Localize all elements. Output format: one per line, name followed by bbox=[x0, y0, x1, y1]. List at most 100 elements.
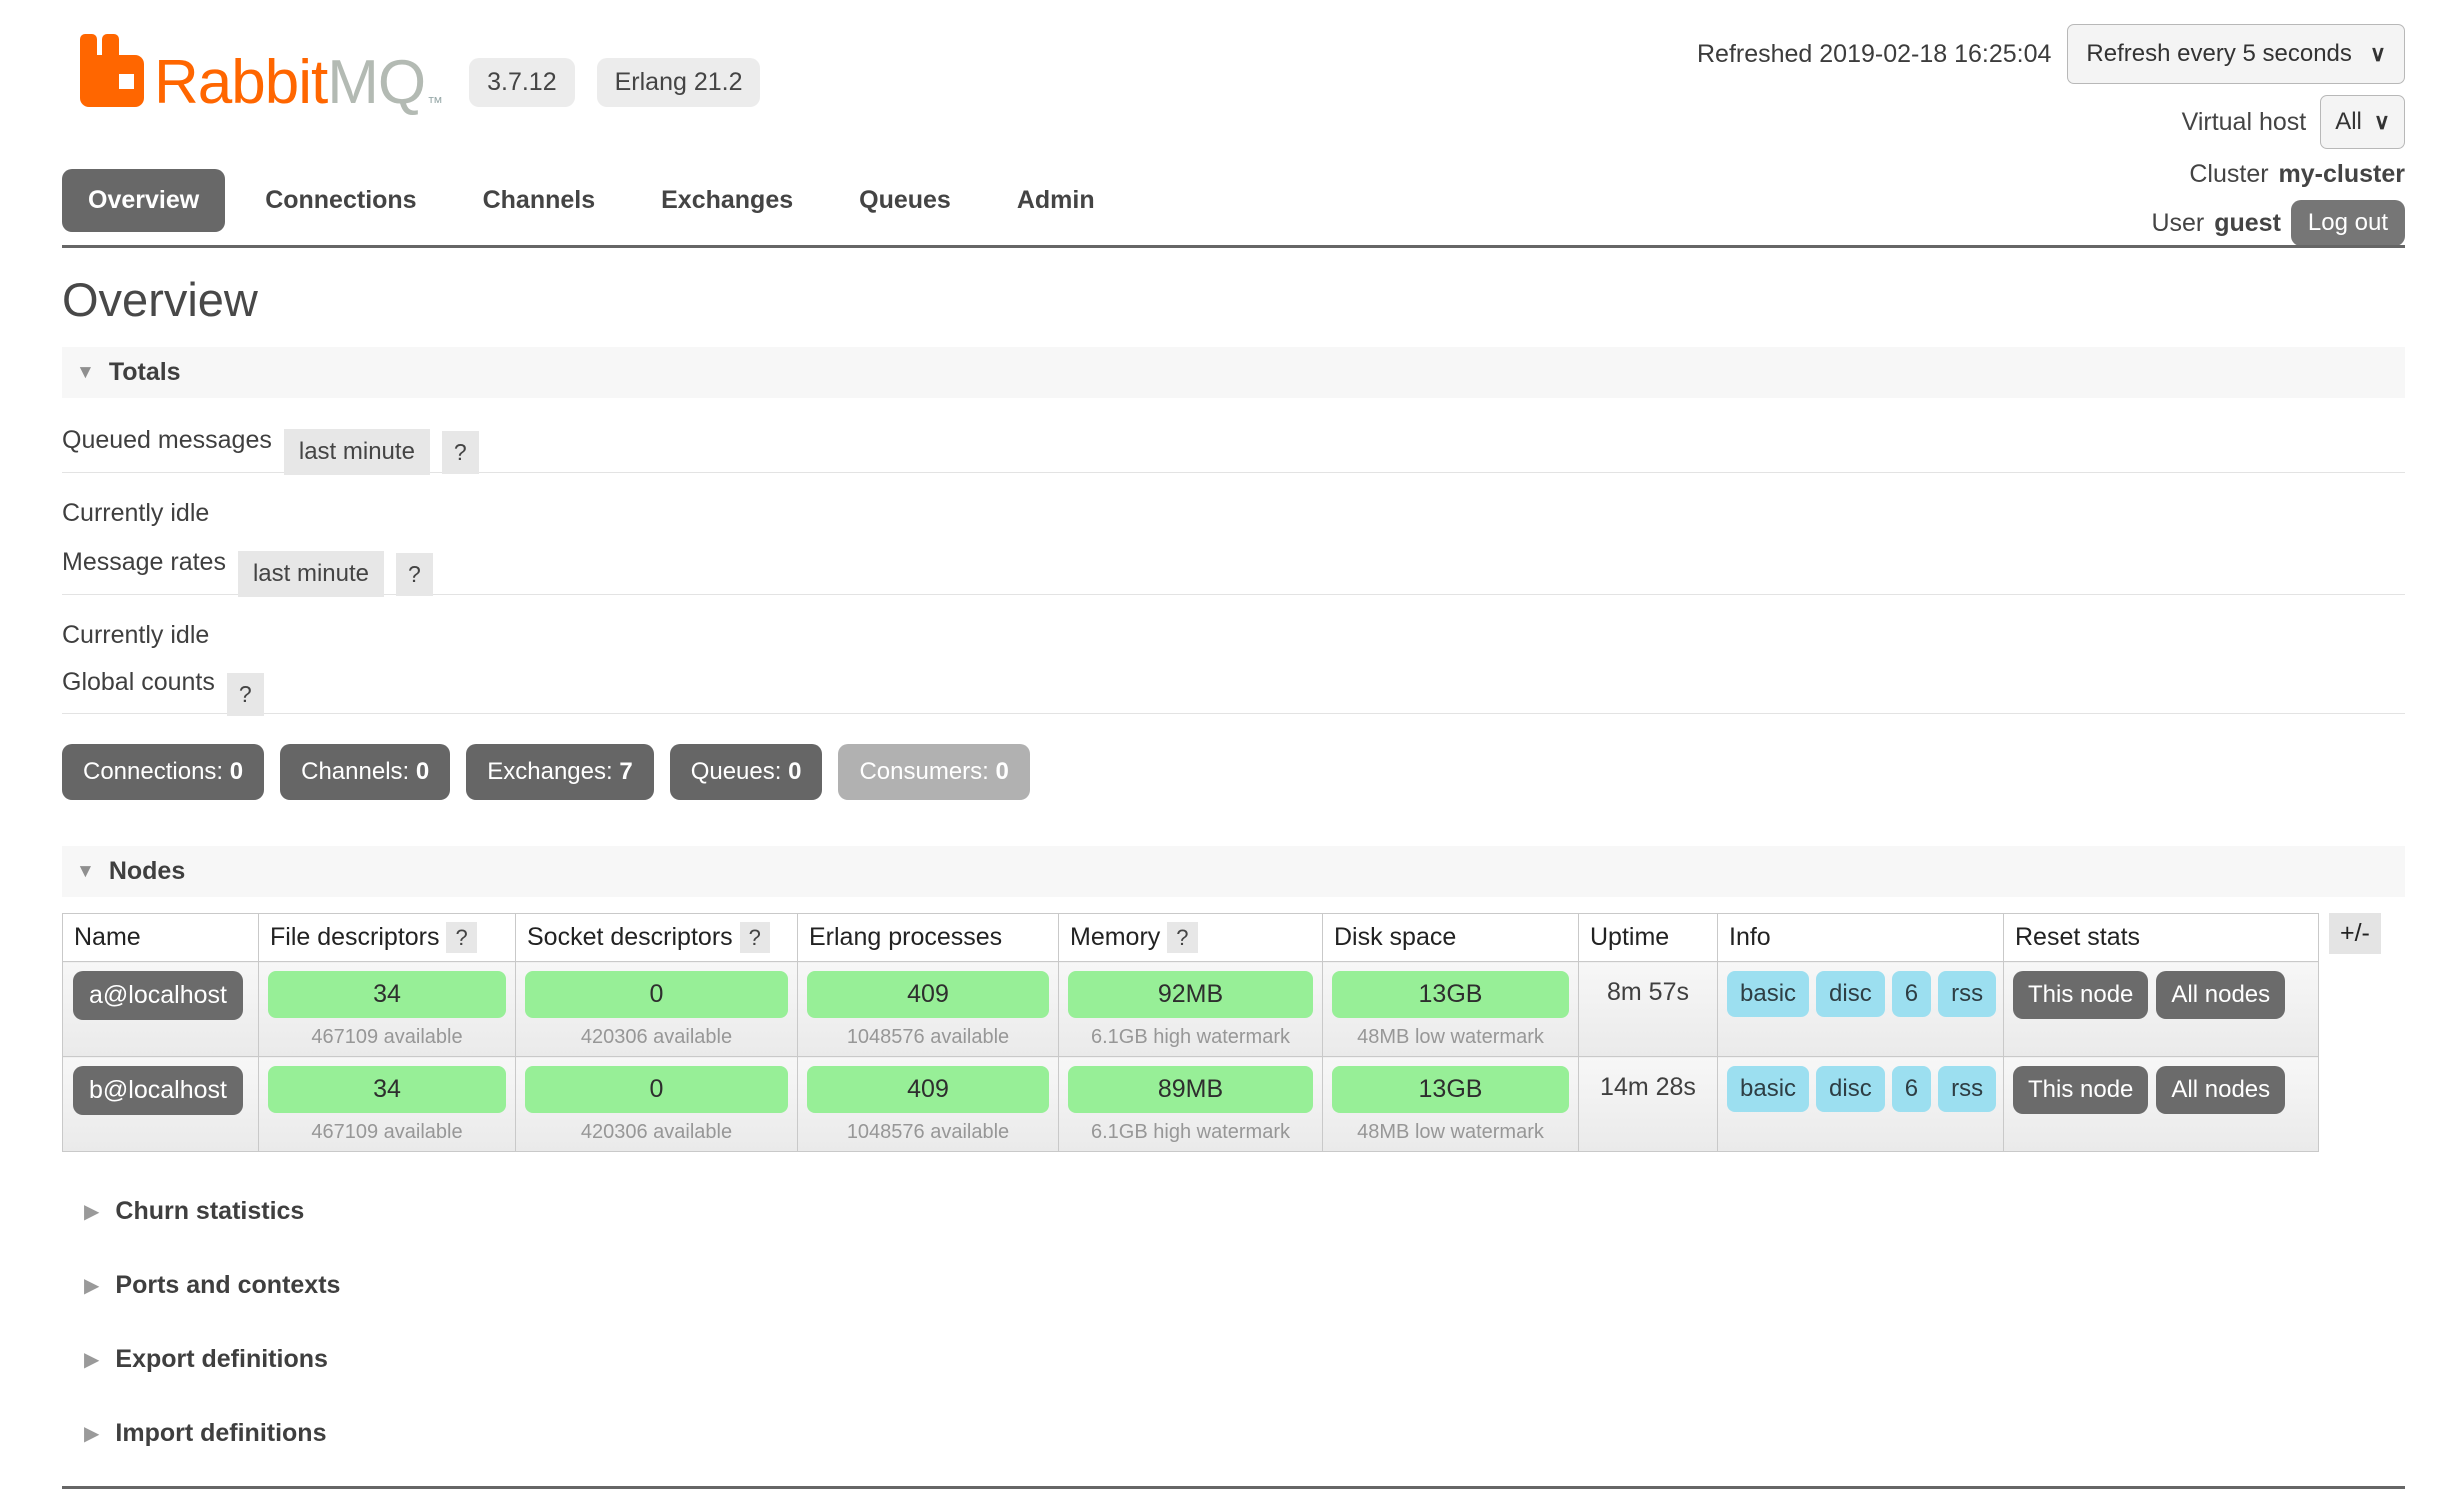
brand-wordmark: RabbitMQ bbox=[154, 54, 425, 113]
queues-count-value: 0 bbox=[788, 758, 801, 785]
virtual-host-select[interactable]: All ∨ bbox=[2320, 95, 2405, 149]
help-icon[interactable]: ? bbox=[227, 673, 264, 716]
reset-this-node-button[interactable]: This node bbox=[2013, 971, 2148, 1019]
info-badge-disc[interactable]: disc bbox=[1816, 971, 1885, 1017]
memory-value: 89MB bbox=[1068, 1066, 1313, 1113]
global-counts-row: Global counts ? bbox=[62, 664, 2405, 714]
disk-watermark: 48MB low watermark bbox=[1328, 1018, 1573, 1049]
virtual-host-row: Virtual host All ∨ bbox=[2182, 95, 2405, 149]
memory-watermark: 6.1GB high watermark bbox=[1064, 1113, 1317, 1144]
info-badge-stats-level[interactable]: 6 bbox=[1892, 1066, 1931, 1112]
brand: RabbitMQ ™ 3.7.12 Erlang 21.2 bbox=[80, 34, 760, 113]
ports-and-contexts-label: Ports and contexts bbox=[115, 1271, 340, 1300]
refreshed-timestamp: Refreshed 2019-02-18 16:25:04 bbox=[1697, 40, 2051, 69]
info-badge-disc[interactable]: disc bbox=[1816, 1066, 1885, 1112]
reset-stats-buttons: This node All nodes bbox=[2009, 1064, 2313, 1114]
cluster-name: my-cluster bbox=[2279, 160, 2405, 189]
info-badge-rss[interactable]: rss bbox=[1938, 971, 1996, 1017]
queues-count-badge[interactable]: Queues: 0 bbox=[670, 744, 823, 800]
tab-queues[interactable]: Queues bbox=[833, 169, 977, 232]
help-icon[interactable]: ? bbox=[1167, 922, 1197, 953]
uptime-value: 14m 28s bbox=[1579, 1057, 1718, 1152]
cluster-label: Cluster bbox=[2189, 160, 2268, 189]
help-icon[interactable]: ? bbox=[740, 922, 770, 953]
user-label: User bbox=[2151, 209, 2204, 238]
virtual-host-value: All bbox=[2335, 108, 2362, 136]
node-name-badge[interactable]: b@localhost bbox=[73, 1066, 243, 1115]
page-title: Overview bbox=[62, 272, 2405, 327]
disk-watermark: 48MB low watermark bbox=[1328, 1113, 1573, 1144]
user-name: guest bbox=[2214, 209, 2281, 238]
disk-value: 13GB bbox=[1332, 1066, 1569, 1113]
queues-count-label: Queues: bbox=[691, 758, 782, 785]
disk-value: 13GB bbox=[1332, 971, 1569, 1018]
exchanges-count-badge[interactable]: Exchanges: 7 bbox=[466, 744, 653, 800]
info-badge-basic[interactable]: basic bbox=[1727, 971, 1809, 1017]
node-name-badge[interactable]: a@localhost bbox=[73, 971, 243, 1020]
sd-value: 0 bbox=[525, 971, 788, 1018]
col-name: Name bbox=[63, 914, 259, 962]
table-row: a@localhost 34467109 available 0420306 a… bbox=[63, 962, 2319, 1057]
help-icon[interactable]: ? bbox=[446, 922, 476, 953]
logout-button[interactable]: Log out bbox=[2291, 200, 2405, 246]
collapse-icon: ▼ bbox=[76, 861, 95, 883]
refresh-interval-value: Refresh every 5 seconds bbox=[2086, 40, 2351, 68]
consumers-count-label: Consumers: bbox=[859, 758, 988, 785]
version-badges: 3.7.12 Erlang 21.2 bbox=[469, 58, 760, 107]
help-icon[interactable]: ? bbox=[396, 553, 433, 596]
chevron-down-icon: ∨ bbox=[2374, 109, 2390, 135]
global-counts-badges: Connections: 0 Channels: 0 Exchanges: 7 … bbox=[62, 744, 2405, 800]
channels-count-label: Channels: bbox=[301, 758, 409, 785]
col-file-descriptors: File descriptors ? bbox=[259, 914, 516, 962]
tab-overview[interactable]: Overview bbox=[62, 169, 225, 232]
exchanges-count-value: 7 bbox=[619, 758, 632, 785]
reset-stats-buttons: This node All nodes bbox=[2009, 969, 2313, 1019]
tab-exchanges[interactable]: Exchanges bbox=[635, 169, 819, 232]
import-definitions-label: Import definitions bbox=[115, 1419, 326, 1448]
proc-available: 1048576 available bbox=[803, 1113, 1053, 1144]
connections-count-badge[interactable]: Connections: 0 bbox=[62, 744, 264, 800]
help-icon[interactable]: ? bbox=[442, 431, 479, 474]
queued-messages-label: Queued messages bbox=[62, 426, 272, 461]
proc-value: 409 bbox=[807, 971, 1049, 1018]
footer: HTTP API Server Docs Tutorials Community… bbox=[62, 1486, 2405, 1492]
col-info: Info bbox=[1718, 914, 2004, 962]
collapse-icon: ▼ bbox=[76, 362, 95, 384]
export-definitions-section[interactable]: ▶ Export definitions bbox=[62, 1345, 2405, 1374]
consumers-count-badge: Consumers: 0 bbox=[838, 744, 1029, 800]
rates-range-tab[interactable]: last minute bbox=[238, 551, 384, 597]
tab-channels[interactable]: Channels bbox=[457, 169, 622, 232]
info-badges: basic disc 6 rss bbox=[1723, 1064, 1998, 1112]
refresh-row: Refreshed 2019-02-18 16:25:04 Refresh ev… bbox=[1697, 24, 2405, 84]
queued-range-tab[interactable]: last minute bbox=[284, 429, 430, 475]
churn-statistics-label: Churn statistics bbox=[115, 1197, 304, 1226]
queued-messages-row: Queued messages last minute ? bbox=[62, 420, 2405, 473]
nodes-section-header[interactable]: ▼ Nodes bbox=[62, 846, 2405, 897]
info-badge-rss[interactable]: rss bbox=[1938, 1066, 1996, 1112]
proc-available: 1048576 available bbox=[803, 1018, 1053, 1049]
ports-and-contexts-section[interactable]: ▶ Ports and contexts bbox=[62, 1271, 2405, 1300]
info-badge-stats-level[interactable]: 6 bbox=[1892, 971, 1931, 1017]
col-erlang-processes: Erlang processes bbox=[798, 914, 1059, 962]
churn-statistics-section[interactable]: ▶ Churn statistics bbox=[62, 1197, 2405, 1226]
memory-watermark: 6.1GB high watermark bbox=[1064, 1018, 1317, 1049]
import-definitions-section[interactable]: ▶ Import definitions bbox=[62, 1419, 2405, 1448]
channels-count-badge[interactable]: Channels: 0 bbox=[280, 744, 450, 800]
tab-admin[interactable]: Admin bbox=[991, 169, 1121, 232]
global-counts-label: Global counts bbox=[62, 668, 215, 703]
reset-this-node-button[interactable]: This node bbox=[2013, 1066, 2148, 1114]
totals-section-header[interactable]: ▼ Totals bbox=[62, 347, 2405, 398]
toggle-columns-button[interactable]: +/- bbox=[2329, 913, 2381, 954]
rabbitmq-version-badge: 3.7.12 bbox=[469, 58, 575, 107]
info-badge-basic[interactable]: basic bbox=[1727, 1066, 1809, 1112]
reset-all-nodes-button[interactable]: All nodes bbox=[2156, 1066, 2285, 1114]
table-row: b@localhost 34467109 available 0420306 a… bbox=[63, 1057, 2319, 1152]
nodes-section-title: Nodes bbox=[109, 857, 185, 886]
refresh-interval-select[interactable]: Refresh every 5 seconds ∨ bbox=[2067, 24, 2405, 84]
connections-count-value: 0 bbox=[230, 758, 243, 785]
info-badges: basic disc 6 rss bbox=[1723, 969, 1998, 1017]
expand-icon: ▶ bbox=[84, 1421, 99, 1446]
rabbitmq-logo[interactable]: RabbitMQ ™ bbox=[80, 34, 443, 113]
reset-all-nodes-button[interactable]: All nodes bbox=[2156, 971, 2285, 1019]
tab-connections[interactable]: Connections bbox=[239, 169, 442, 232]
